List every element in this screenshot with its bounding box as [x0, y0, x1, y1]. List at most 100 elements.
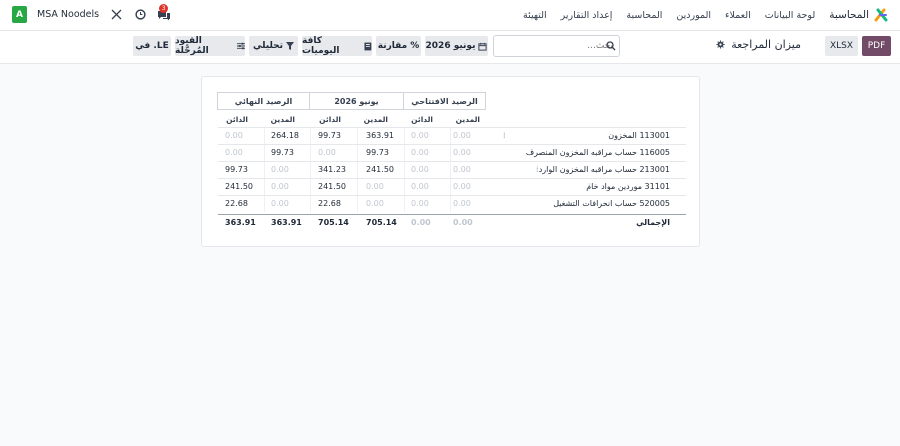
subheader-period-debit: المدين: [363, 115, 388, 124]
search-input[interactable]: [512, 36, 617, 56]
table-row[interactable]: 0.00 99.73 0.00 99.73 0.00 0.00 ⁞ 116005…: [218, 144, 686, 161]
top-navbar: المحاسبة لوحة البيانات العملاء الموردين …: [0, 0, 900, 31]
navbar-systray: A MSA Noodels 3: [12, 3, 171, 23]
comparison-label: مقارنة: [377, 41, 408, 51]
subheader-opening-debit: المدين: [455, 115, 480, 124]
closing-debit-cell: 0.00: [271, 182, 289, 191]
header-closing-balance: الرصيد النهائي: [217, 92, 310, 110]
total-opening-credit: 0.00: [411, 218, 431, 227]
period-credit-cell: 341.23: [318, 165, 346, 174]
main-menu: لوحة البيانات العملاء الموردين المحاسبة …: [523, 10, 815, 21]
account-name[interactable]: 113001 المخزون: [510, 131, 670, 140]
opening-credit-cell: 0.00: [411, 148, 429, 157]
opening-debit-cell: 0.00: [453, 182, 471, 191]
closing-credit-cell: 241.50: [225, 182, 253, 191]
closing-credit-cell: 22.68: [225, 199, 248, 208]
period-credit-cell: 99.73: [318, 131, 341, 140]
period-debit-cell: 363.91: [366, 131, 394, 140]
opening-debit-cell: 0.00: [453, 165, 471, 174]
period-debit-cell: 241.50: [366, 165, 394, 174]
account-name[interactable]: 31101 موردين مواد خام: [510, 182, 670, 191]
opening-credit-cell: 0.00: [411, 131, 429, 140]
closing-debit-cell: 264.18: [271, 131, 299, 140]
closing-credit-cell: 0.00: [225, 131, 243, 140]
gear-icon[interactable]: [716, 40, 725, 49]
percent-icon: %: [410, 41, 420, 51]
total-row: 363.91 363.91 705.14 705.14 0.00 0.00 ال…: [218, 214, 686, 231]
opening-credit-cell: 0.00: [411, 182, 429, 191]
notification-badge: 3: [159, 3, 169, 13]
period-debit-cell: 0.00: [366, 199, 384, 208]
report-title-area: ميزان المراجعة: [716, 38, 801, 51]
journals-button[interactable]: كافة اليوميات: [302, 36, 372, 56]
header-opening-balance: الرصيد الافتتاحي: [403, 92, 486, 110]
opening-debit-cell: 0.00: [453, 131, 471, 140]
subheader-closing-debit: المدين: [270, 115, 295, 124]
app-brand[interactable]: المحاسبة: [829, 8, 888, 22]
trial-balance-report: الرصيد الافتتاحي يونيو 2026 الرصيد النها…: [201, 76, 700, 247]
menu-accounting[interactable]: المحاسبة: [626, 10, 662, 21]
table-row[interactable]: 99.73 0.00 341.23 241.50 0.00 0.00 ⁞ 213…: [218, 161, 686, 178]
menu-configuration[interactable]: التهيئة: [523, 10, 547, 21]
xlsx-button[interactable]: XLSX: [825, 36, 858, 56]
total-period-credit: 705.14: [318, 218, 349, 227]
accounting-app-icon: [874, 8, 888, 22]
period-credit-cell: 0.00: [318, 148, 336, 157]
date-filter-button[interactable]: يونيو 2026: [425, 36, 488, 56]
sliders-icon: [236, 42, 245, 50]
filter-icon: [286, 42, 294, 50]
posted-entries-button[interactable]: القيود المُرحَّلة: [175, 36, 245, 56]
clock-icon[interactable]: [133, 8, 147, 22]
opening-credit-cell: 0.00: [411, 165, 429, 174]
opening-debit-cell: 0.00: [453, 199, 471, 208]
opening-credit-cell: 0.00: [411, 199, 429, 208]
comparison-button[interactable]: مقارنة %: [376, 36, 421, 56]
calendar-icon: [478, 42, 488, 51]
total-period-debit: 705.14: [366, 218, 397, 227]
journals-label: كافة اليوميات: [302, 36, 340, 56]
subheader-period-credit: الدائن: [319, 115, 341, 124]
period-debit-cell: 0.00: [366, 182, 384, 191]
closing-credit-cell: 99.73: [225, 165, 248, 174]
subheader-opening-credit: الدائن: [411, 115, 433, 124]
period-debit-cell: 99.73: [366, 148, 389, 157]
page-title: ميزان المراجعة: [731, 38, 801, 51]
period-credit-cell: 241.50: [318, 182, 346, 191]
closing-debit-cell: 0.00: [271, 199, 289, 208]
total-closing-debit: 363.91: [271, 218, 302, 227]
analytic-button[interactable]: تحليلي: [249, 36, 298, 56]
total-label: الإجمالي: [636, 218, 670, 227]
analytic-label: تحليلي: [253, 41, 283, 51]
table-row[interactable]: 0.00 264.18 99.73 363.91 0.00 0.00 ⁞ 113…: [218, 127, 686, 144]
header-period: يونيو 2026: [309, 92, 404, 110]
menu-customers[interactable]: العملاء: [725, 10, 751, 21]
account-name[interactable]: 116005 حساب مراقبه المخزون المنصرف: [510, 148, 670, 157]
menu-dashboard[interactable]: لوحة البيانات: [765, 10, 815, 21]
pdf-button[interactable]: PDF: [862, 36, 891, 56]
tools-icon[interactable]: [109, 8, 123, 22]
opening-debit-cell: 0.00: [453, 148, 471, 157]
date-filter-label: يونيو 2026: [425, 41, 476, 51]
account-name[interactable]: 213001 حساب مراقبه المخزون الوارد: [510, 165, 670, 174]
total-closing-credit: 363.91: [225, 218, 256, 227]
book-icon: [364, 42, 372, 50]
currency-button[interactable]: في .LE: [133, 36, 171, 56]
subheader-closing-credit: الدائن: [226, 115, 248, 124]
closing-debit-cell: 0.00: [271, 165, 289, 174]
total-opening-debit: 0.00: [453, 218, 473, 227]
closing-credit-cell: 0.00: [225, 148, 243, 157]
search-icon[interactable]: [606, 41, 616, 51]
posted-entries-label: القيود المُرحَّلة: [175, 36, 209, 56]
menu-reporting[interactable]: إعداد التقارير: [561, 10, 613, 21]
row-menu-icon[interactable]: ⁞: [503, 131, 506, 140]
user-avatar[interactable]: A: [12, 6, 27, 23]
menu-vendors[interactable]: الموردين: [676, 10, 711, 21]
chat-icon[interactable]: 3: [157, 3, 171, 22]
account-name[interactable]: 520005 حساب انحرافات التشغيل: [510, 199, 670, 208]
app-name: المحاسبة: [829, 9, 869, 21]
table-row[interactable]: 241.50 0.00 241.50 0.00 0.00 0.00 ⁞ 3110…: [218, 178, 686, 195]
table-row[interactable]: 22.68 0.00 22.68 0.00 0.00 0.00 ⁞ 520005…: [218, 195, 686, 212]
control-panel: PDF XLSX ميزان المراجعة يونيو 2026 مقارن…: [0, 31, 900, 64]
company-name[interactable]: MSA Noodels: [37, 9, 99, 20]
search-box[interactable]: [493, 35, 620, 57]
